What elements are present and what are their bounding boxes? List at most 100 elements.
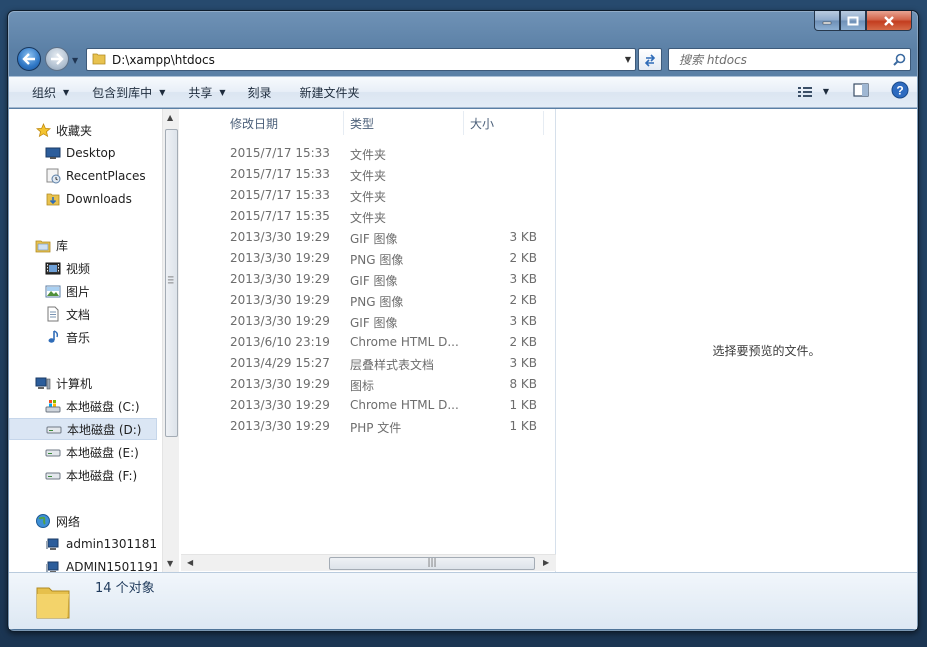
command-bar: 组织 ▼ 包含到库中 ▼ 共享 ▼ 刻录 新建文件夹 ▼ ?	[9, 76, 917, 108]
include-in-library-label: 包含到库中	[92, 85, 153, 100]
nav-pictures[interactable]: 图片	[9, 280, 157, 302]
downloads-folder-icon	[45, 191, 61, 207]
table-row[interactable]: 2013/3/30 19:29 PHP 文件 1 KB	[181, 416, 556, 437]
refresh-button[interactable]	[638, 48, 662, 71]
nav-network-computer-1[interactable]: admin13011814	[9, 533, 157, 555]
maximize-button[interactable]	[840, 11, 866, 31]
nav-documents[interactable]: 文档	[9, 303, 157, 325]
system-drive-icon	[45, 398, 61, 414]
hard-drive-icon	[45, 444, 61, 460]
file-type: GIF 图像	[350, 274, 398, 288]
burn-button[interactable]: 刻录	[241, 80, 279, 104]
chevron-down-icon: ▼	[159, 87, 166, 97]
network-icon	[35, 513, 51, 529]
include-in-library-menu[interactable]: 包含到库中 ▼	[85, 80, 172, 104]
nav-drive-d[interactable]: 本地磁盘 (D:)	[9, 418, 157, 440]
file-date: 2013/3/30 19:29	[230, 419, 330, 433]
address-bar[interactable]: D:\xampp\htdocs ▼	[86, 48, 636, 71]
scroll-right-arrow[interactable]: ▶	[543, 558, 549, 567]
change-view-button[interactable]: ▼	[797, 85, 829, 99]
table-row[interactable]: 2013/3/30 19:29 PNG 图像 2 KB	[181, 248, 556, 269]
search-box[interactable]	[668, 48, 911, 71]
nav-music-label: 音乐	[66, 330, 91, 345]
folder-icon	[92, 51, 106, 68]
file-size: 1 KB	[509, 419, 537, 433]
nav-recent-places-label: RecentPlaces	[66, 169, 146, 183]
file-size: 3 KB	[509, 230, 537, 244]
navigation-scrollbar[interactable]: ▲ ─ ─ ─ ▼	[162, 109, 179, 572]
table-row[interactable]: 2013/3/30 19:29 PNG 图像 2 KB	[181, 290, 556, 311]
file-type: 文件夹	[350, 148, 387, 162]
table-row[interactable]: 2015/7/17 15:33 文件夹	[181, 185, 556, 206]
file-type: 层叠样式表文档	[350, 358, 435, 372]
column-header-size[interactable]: 大小	[464, 111, 544, 135]
file-date: 2015/7/17 15:33	[230, 167, 330, 181]
search-icon[interactable]	[888, 53, 910, 66]
scrollbar-thumb[interactable]: |||	[329, 557, 535, 570]
scroll-down-arrow[interactable]: ▼	[167, 559, 173, 568]
table-row[interactable]: 2013/6/10 23:19 Chrome HTML D... 2 KB	[181, 332, 556, 353]
address-path[interactable]: D:\xampp\htdocs	[112, 53, 621, 67]
new-folder-button[interactable]: 新建文件夹	[293, 80, 367, 104]
table-row[interactable]: 2013/3/30 19:29 GIF 图像 3 KB	[181, 227, 556, 248]
table-row[interactable]: 2013/3/30 19:29 GIF 图像 3 KB	[181, 269, 556, 290]
nav-computer[interactable]: 计算机	[9, 372, 157, 394]
recent-pages-dropdown[interactable]: ▼	[72, 56, 81, 65]
table-row[interactable]: 2013/3/30 19:29 图标 8 KB	[181, 374, 556, 395]
file-date: 2013/3/30 19:29	[230, 398, 330, 412]
preview-message: 选择要预览的文件。	[712, 343, 821, 358]
nav-network[interactable]: 网络	[9, 510, 157, 532]
table-row[interactable]: 2013/3/30 19:29 GIF 图像 3 KB	[181, 311, 556, 332]
scroll-left-arrow[interactable]: ◀	[187, 558, 193, 567]
file-date: 2013/3/30 19:29	[230, 272, 330, 286]
nav-network-computer-2[interactable]: ADMIN15011912	[9, 556, 157, 572]
nav-favorites[interactable]: 收藏夹	[9, 119, 157, 141]
star-icon	[35, 122, 51, 138]
nav-drive-d-label: 本地磁盘 (D:)	[67, 422, 142, 437]
file-type: GIF 图像	[350, 232, 398, 246]
nav-videos-label: 视频	[66, 261, 91, 276]
table-row[interactable]: 2015/7/17 15:35 文件夹	[181, 206, 556, 227]
nav-desktop-label: Desktop	[66, 146, 116, 160]
scroll-up-arrow[interactable]: ▲	[167, 113, 173, 122]
nav-favorites-label: 收藏夹	[56, 123, 93, 138]
minimize-button[interactable]	[814, 11, 840, 31]
nav-videos[interactable]: 视频	[9, 257, 157, 279]
file-date: 2013/3/30 19:29	[230, 293, 330, 307]
file-type: 文件夹	[350, 190, 387, 204]
close-button[interactable]	[866, 11, 912, 31]
nav-drive-e[interactable]: 本地磁盘 (E:)	[9, 441, 157, 463]
table-row[interactable]: 2015/7/17 15:33 文件夹	[181, 143, 556, 164]
table-row[interactable]: 2015/7/17 15:33 文件夹	[181, 164, 556, 185]
column-header-date[interactable]: 修改日期	[224, 111, 344, 135]
column-header-date-label: 修改日期	[230, 116, 279, 131]
close-icon	[884, 15, 894, 26]
file-size: 3 KB	[509, 356, 537, 370]
nav-drive-c[interactable]: 本地磁盘 (C:)	[9, 395, 157, 417]
help-button[interactable]: ?	[891, 81, 909, 102]
address-dropdown[interactable]: ▼	[621, 55, 635, 64]
nav-desktop[interactable]: Desktop	[9, 142, 157, 164]
file-date: 2013/3/30 19:29	[230, 314, 330, 328]
table-row[interactable]: 2013/3/30 19:29 Chrome HTML D... 1 KB	[181, 395, 556, 416]
share-menu[interactable]: 共享 ▼	[181, 80, 232, 104]
back-button[interactable]	[17, 47, 41, 71]
hard-drive-icon	[46, 421, 62, 437]
nav-drive-f[interactable]: 本地磁盘 (F:)	[9, 464, 157, 486]
maximize-icon	[847, 16, 859, 25]
horizontal-scrollbar[interactable]: ◀ ||| ▶	[181, 554, 556, 571]
nav-downloads-label: Downloads	[66, 192, 132, 206]
file-list: 修改日期 类型 大小 2015/7/17 15:33 文件夹 2015/7/17 1…	[181, 109, 556, 572]
nav-music[interactable]: 音乐	[9, 326, 157, 348]
column-header-type[interactable]: 类型	[344, 111, 464, 135]
search-input[interactable]	[679, 52, 888, 67]
nav-drive-f-label: 本地磁盘 (F:)	[66, 468, 138, 483]
organize-menu[interactable]: 组织 ▼	[25, 80, 76, 104]
preview-pane-button[interactable]	[853, 82, 869, 101]
table-row[interactable]: 2013/4/29 15:27 层叠样式表文档 3 KB	[181, 353, 556, 374]
forward-button[interactable]	[45, 47, 69, 71]
nav-recent-places[interactable]: RecentPlaces	[9, 165, 157, 187]
nav-downloads[interactable]: Downloads	[9, 188, 157, 210]
nav-libraries[interactable]: 库	[9, 234, 157, 256]
navigation-pane: 收藏夹 Desktop RecentPlaces Downloads 库 视频	[9, 109, 157, 572]
